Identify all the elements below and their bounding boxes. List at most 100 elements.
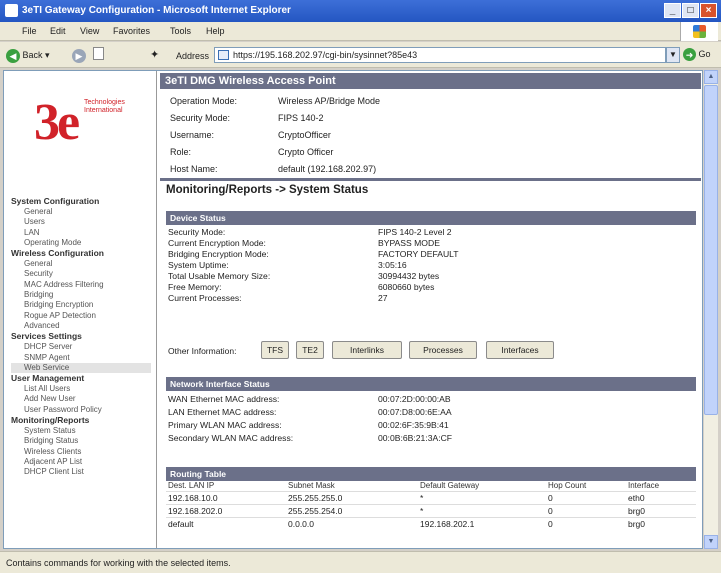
table-cell: 0.0.0.0 (286, 517, 418, 530)
scroll-up-arrow-icon[interactable]: ▲ (704, 70, 718, 84)
toolbar: ◀ Back ▾ ▶ ✦ Address https://195.168.202… (0, 42, 721, 68)
column-header: Subnet Mask (288, 481, 335, 490)
status-label: System Uptime: (168, 260, 229, 270)
sidebar-item-lan[interactable]: LAN (11, 228, 151, 238)
sidebar-item-sys-general[interactable]: General (11, 207, 151, 217)
status-row: Current Processes: 27 (166, 293, 696, 304)
vertical-scrollbar[interactable]: ▲ ▼ (703, 70, 718, 549)
status-label: Security Mode: (168, 227, 226, 237)
column-header: Dest. LAN IP (168, 481, 215, 490)
menu-file[interactable]: File (22, 26, 37, 36)
forward-arrow-icon: ▶ (72, 48, 86, 63)
info-value: Crypto Officer (278, 147, 334, 157)
sidebar-item-advanced[interactable]: Advanced (11, 321, 151, 331)
status-value: 30994432 bytes (378, 271, 440, 281)
status-label: Total Usable Memory Size: (168, 271, 271, 281)
address-input[interactable]: https://195.168.202.97/cgi-bin/sysinnet?… (214, 47, 666, 63)
column-header: Interface (628, 481, 660, 490)
minimize-button[interactable]: _ (664, 3, 681, 18)
column-header: Default Gateway (420, 481, 480, 490)
product-banner: 3eTI DMG Wireless Access Point (160, 73, 701, 89)
ie-page-icon (218, 50, 229, 60)
history-button[interactable]: ✦ (150, 47, 159, 63)
sidebar-item-operating-mode[interactable]: Operating Mode (11, 238, 151, 248)
sidebar-item-add-user[interactable]: Add New User (11, 394, 151, 404)
back-label: Back (22, 50, 43, 60)
forward-button[interactable]: ▶ (72, 47, 86, 63)
go-button[interactable]: ➜ Go (683, 48, 711, 61)
back-button[interactable]: ◀ Back ▾ (6, 47, 50, 63)
sidebar-item-dhcp-server[interactable]: DHCP Server (11, 342, 151, 352)
address-dropdown-button[interactable]: ▼ (666, 47, 680, 63)
close-button[interactable]: × (700, 3, 717, 18)
table-cell: * (418, 491, 546, 505)
status-label: Current Processes: (168, 293, 242, 303)
network-row: Secondary WLAN MAC address: 00:0B:6B:21:3… (166, 432, 696, 445)
routing-table-section: Routing Table Dest. LAN IP Subnet Mask D… (166, 467, 696, 530)
logo-tagline: Technologies International (84, 99, 125, 115)
table-cell: 192.168.202.0 (166, 504, 286, 518)
sidebar-item-wireless-general[interactable]: General (11, 259, 151, 269)
table-cell: 0 (546, 504, 626, 518)
status-value: 3:05:16 (378, 260, 407, 270)
sidebar-item-adjacent-ap[interactable]: Adjacent AP List (11, 457, 151, 467)
sidebar-item-rogue-ap[interactable]: Rogue AP Detection (11, 311, 151, 321)
sidebar-item-list-users[interactable]: List All Users (11, 384, 151, 394)
network-label: Primary WLAN MAC address: (168, 420, 282, 430)
info-value: FIPS 140-2 (278, 113, 324, 123)
status-value: FIPS 140-2 Level 2 (378, 227, 452, 237)
windows-logo (680, 22, 718, 41)
main-panel: 3eTI DMG Wireless Access Point Operation… (160, 71, 701, 548)
sidebar-item-mac-filtering[interactable]: MAC Address Filtering (11, 280, 151, 290)
scroll-down-arrow-icon[interactable]: ▼ (704, 535, 718, 549)
processes-button[interactable]: Processes (409, 341, 477, 359)
info-label: Username: (170, 130, 215, 140)
logo-tagline-line1: Technologies (84, 99, 125, 106)
nav-section-system-configuration: System Configuration (11, 196, 100, 206)
device-status-header: Device Status (166, 211, 696, 225)
network-row: WAN Ethernet MAC address: 00:07:2D:00:00:… (166, 393, 696, 406)
info-row: Security Mode: FIPS 140-2 (170, 110, 690, 127)
sidebar-item-security[interactable]: Security (11, 269, 151, 279)
table-cell: 192.168.10.0 (166, 491, 286, 505)
network-value: 00:07:2D:00:00:AB (378, 394, 451, 404)
sidebar-item-dhcp-client-list[interactable]: DHCP Client List (11, 467, 151, 477)
menu-help[interactable]: Help (206, 26, 225, 36)
status-text: Contains commands for working with the s… (6, 558, 231, 568)
sidebar-item-bridging-status[interactable]: Bridging Status (11, 436, 151, 446)
sidebar-item-bridging[interactable]: Bridging (11, 290, 151, 300)
interfaces-button[interactable]: Interfaces (486, 341, 554, 359)
sidebar-item-password-policy[interactable]: User Password Policy (11, 405, 151, 415)
logo-tagline-line2: International (84, 107, 123, 114)
network-label: LAN Ethernet MAC address: (168, 407, 277, 417)
nav-section-services-settings: Services Settings (11, 331, 82, 342)
table-cell: 0 (546, 517, 626, 530)
sidebar-nav: System Configuration General Users LAN O… (11, 196, 151, 478)
sidebar-item-users[interactable]: Users (11, 217, 151, 227)
nav-section-user-management: User Management (11, 373, 85, 384)
sidebar-item-snmp-agent[interactable]: SNMP Agent (11, 353, 151, 363)
menu-view[interactable]: View (80, 26, 99, 36)
maximize-button[interactable]: □ (682, 3, 699, 18)
tfs-button[interactable]: TFS (261, 341, 289, 359)
stop-button[interactable] (93, 47, 104, 63)
interlinks-button[interactable]: Interlinks (332, 341, 402, 359)
status-value: 27 (378, 293, 388, 303)
menu-bar: File Edit View Favorites Tools Help (0, 22, 721, 41)
menu-tools[interactable]: Tools (170, 26, 191, 36)
scrollbar-thumb[interactable] (704, 85, 718, 415)
menu-edit[interactable]: Edit (50, 26, 66, 36)
other-information-bar: Other Information: TFS TE2 Interlinks Pr… (166, 341, 696, 361)
status-value: FACTORY DEFAULT (378, 249, 459, 259)
menu-favorites[interactable]: Favorites (113, 26, 150, 36)
title-bar: 3eTI Gateway Configuration - Microsoft I… (0, 0, 721, 22)
sidebar: 3e Technologies International System Con… (4, 71, 157, 548)
sidebar-item-bridging-encryption[interactable]: Bridging Encryption (11, 300, 151, 310)
sidebar-item-wireless-clients[interactable]: Wireless Clients (11, 447, 151, 457)
te2-button[interactable]: TE2 (296, 341, 324, 359)
sidebar-item-web-service[interactable]: Web Service (11, 362, 151, 374)
info-row: Host Name: default (192.168.202.97) (170, 161, 690, 178)
status-value: BYPASS MODE (378, 238, 440, 248)
sidebar-item-system-status[interactable]: System Status (11, 426, 151, 436)
info-value: default (192.168.202.97) (278, 164, 377, 174)
